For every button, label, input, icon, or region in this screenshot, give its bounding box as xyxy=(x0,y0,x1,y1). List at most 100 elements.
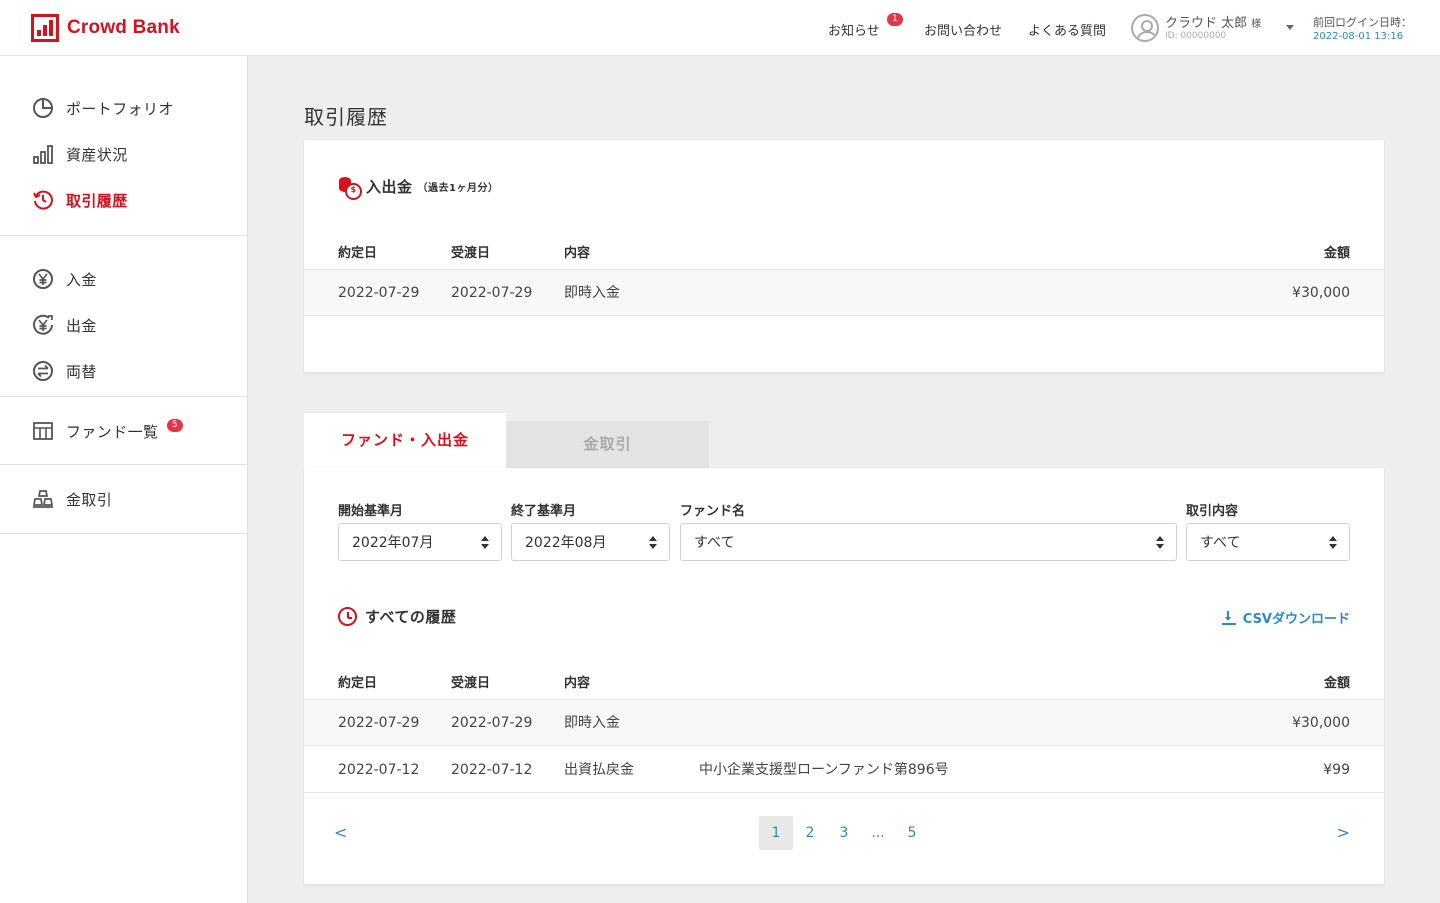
fund-name-label: ファンド名 xyxy=(680,504,746,519)
tab-gold-trading[interactable]: 金取引 xyxy=(506,421,709,468)
deposit-subtitle: （過去1ヶ月分） xyxy=(417,183,499,194)
history-title: すべての履歴 xyxy=(365,608,457,626)
table-row: 2022-07-29 2022-07-29 即時入金 ¥30,000 xyxy=(304,700,1384,746)
page-5-button[interactable]: 5 xyxy=(895,816,929,850)
chevron-down-icon[interactable] xyxy=(1286,25,1294,30)
bar-chart-icon xyxy=(32,143,54,165)
csv-download-link[interactable]: CSVダウンロード xyxy=(1221,608,1350,627)
settlement-date: 2022-07-29 xyxy=(451,285,533,301)
history-table-header: 約定日 受渡日 内容 金額 xyxy=(304,668,1384,700)
user-name: クラウド 太郎様 xyxy=(1165,12,1261,31)
deposit-title: 入出金 xyxy=(366,178,413,196)
fund-name-select[interactable]: すべて xyxy=(680,523,1177,561)
deposit-withdrawal-card: 入出金 （過去1ヶ月分） 約定日 受渡日 内容 金額 2022-07-29 20… xyxy=(304,140,1384,372)
download-icon xyxy=(1221,610,1236,625)
user-avatar-icon xyxy=(1131,14,1159,42)
user-id: ID: 00000000 xyxy=(1165,31,1227,41)
sidebar-item-label: 取引履歴 xyxy=(66,191,128,210)
sidebar-item-exchange[interactable]: 両替 xyxy=(0,348,247,394)
fund-name-filter: ファンド名 すべて xyxy=(680,504,1177,561)
user-menu[interactable]: クラウド 太郎様 ID: 00000000 xyxy=(1131,12,1301,44)
sidebar-group-overview: ポートフォリオ 資産状況 取引履歴 xyxy=(0,56,247,236)
table-row: 2022-07-29 2022-07-29 即時入金 ¥30,000 xyxy=(304,270,1384,316)
transaction-type-filter: 取引内容 すべて xyxy=(1186,504,1350,561)
sidebar-item-history[interactable]: 取引履歴 xyxy=(0,177,247,223)
last-login-time: 2022-08-01 13:16 xyxy=(1313,31,1404,42)
transaction-type-select[interactable]: すべて xyxy=(1186,523,1350,561)
trade-date: 2022-07-29 xyxy=(338,715,420,731)
start-month-filter: 開始基準月 2022年07月 xyxy=(338,504,502,561)
pagination: < 1 2 3 ... 5 > xyxy=(304,816,1384,850)
column-amount: 金額 xyxy=(1323,246,1350,261)
page-1-button[interactable]: 1 xyxy=(759,816,793,850)
sidebar-item-label: 資産状況 xyxy=(66,145,128,164)
sidebar-item-portfolio[interactable]: ポートフォリオ xyxy=(0,85,247,131)
end-month-filter: 終了基準月 2022年08月 xyxy=(511,504,670,561)
end-month-select[interactable]: 2022年08月 xyxy=(511,523,670,561)
transaction-type-label: 取引内容 xyxy=(1186,504,1239,519)
coin-icon xyxy=(338,176,362,200)
start-month-select[interactable]: 2022年07月 xyxy=(338,523,502,561)
sidebar-group-funds: ファンド一覧 5 xyxy=(0,397,247,465)
sidebar-item-label: 両替 xyxy=(66,362,97,381)
history-icon xyxy=(338,607,357,626)
pie-chart-icon xyxy=(32,97,54,119)
fund-count-badge: 5 xyxy=(167,419,183,432)
transaction-content: 出資払戻金 xyxy=(564,762,634,778)
exchange-icon xyxy=(32,360,54,382)
sidebar-item-deposit[interactable]: 入金 xyxy=(0,256,247,302)
sidebar-group-money: 入金 出金 両替 xyxy=(0,236,247,397)
transaction-amount: ¥30,000 xyxy=(1292,715,1350,731)
column-trade-date: 約定日 xyxy=(338,246,378,261)
main-content: 取引履歴 入出金 （過去1ヶ月分） 約定日 受渡日 内容 金額 2022-07-… xyxy=(248,56,1440,903)
yen-in-icon xyxy=(32,268,54,290)
news-badge: 1 xyxy=(887,13,903,26)
deposit-section-title: 入出金 （過去1ヶ月分） xyxy=(338,176,499,200)
tab-fund-deposit[interactable]: ファンド・入出金 xyxy=(304,413,506,468)
transaction-content: 即時入金 xyxy=(564,715,620,731)
trade-date: 2022-07-12 xyxy=(338,762,420,778)
user-honorific: 様 xyxy=(1251,19,1262,30)
settlement-date: 2022-07-29 xyxy=(451,715,533,731)
previous-page-button[interactable]: < xyxy=(334,816,347,850)
sidebar-item-label: 金取引 xyxy=(66,490,113,509)
contact-link[interactable]: お問い合わせ xyxy=(924,20,1002,39)
column-amount: 金額 xyxy=(1323,676,1350,691)
news-link[interactable]: お知らせ 1 xyxy=(828,13,903,39)
csv-download-label: CSVダウンロード xyxy=(1242,612,1350,627)
column-content: 内容 xyxy=(564,246,591,261)
transaction-amount: ¥30,000 xyxy=(1292,285,1350,301)
sidebar-item-label: 入金 xyxy=(66,270,97,289)
start-month-label: 開始基準月 xyxy=(338,504,404,519)
sidebar-item-fund-list[interactable]: ファンド一覧 5 xyxy=(0,397,247,465)
history-icon xyxy=(32,189,54,211)
next-page-button[interactable]: > xyxy=(1337,816,1350,850)
fund-name-detail: 中小企業支援型ローンファンド第896号 xyxy=(699,762,949,778)
user-name-text: クラウド 太郎 xyxy=(1165,16,1248,31)
page-3-button[interactable]: 3 xyxy=(827,816,861,850)
sidebar-item-assets[interactable]: 資産状況 xyxy=(0,131,247,177)
page-ellipsis: ... xyxy=(871,825,885,841)
table-row: 2022-07-12 2022-07-12 出資払戻金 中小企業支援型ローンファ… xyxy=(304,747,1384,793)
column-settlement-date: 受渡日 xyxy=(451,246,491,261)
settlement-date: 2022-07-12 xyxy=(451,762,533,778)
last-login-label: 前回ログイン日時： xyxy=(1313,16,1412,29)
sidebar-item-gold-trading[interactable]: 金取引 xyxy=(0,465,247,533)
sidebar-item-label: ポートフォリオ xyxy=(66,99,174,118)
history-section-title: すべての履歴 xyxy=(338,606,456,627)
logo-icon xyxy=(31,14,59,42)
trade-date: 2022-07-29 xyxy=(338,285,420,301)
column-content: 内容 xyxy=(564,676,591,691)
top-header: Crowd Bank お知らせ 1 お問い合わせ よくある質問 クラウド 太郎様… xyxy=(0,0,1440,56)
sidebar-item-label: ファンド一覧 xyxy=(66,422,159,441)
faq-link[interactable]: よくある質問 xyxy=(1028,20,1106,39)
sidebar: ポートフォリオ 資産状況 取引履歴 入金 出金 両替 ファンド一覧 5 金取引 xyxy=(0,56,248,903)
fund-list-icon xyxy=(32,420,54,442)
column-settlement-date: 受渡日 xyxy=(451,676,491,691)
sidebar-item-label: 出金 xyxy=(66,316,97,335)
transaction-history-card: 開始基準月 2022年07月 終了基準月 2022年08月 ファンド名 すべて … xyxy=(304,468,1384,884)
brand-logo[interactable]: Crowd Bank xyxy=(31,14,180,42)
page-2-button[interactable]: 2 xyxy=(793,816,827,850)
sidebar-item-withdrawal[interactable]: 出金 xyxy=(0,302,247,348)
brand-name: Crowd Bank xyxy=(67,17,180,38)
